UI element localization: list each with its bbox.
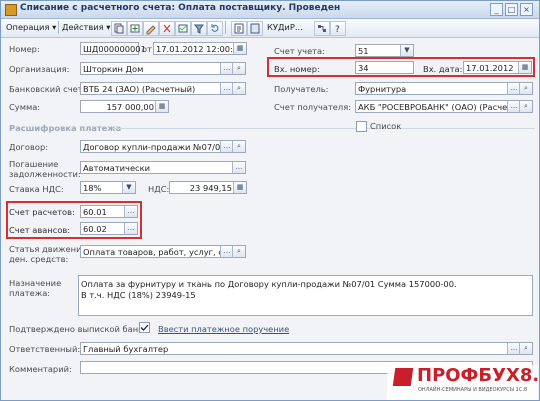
sum-field[interactable]: 157 000,00 ▦ <box>80 100 169 113</box>
operation-menu[interactable]: Операция ▾ <box>6 22 56 32</box>
refresh-icon[interactable] <box>207 21 223 36</box>
responsible-field[interactable]: Главный бухгалтер... ⌕ <box>80 342 533 355</box>
confirmed-label: Подтверждено выпиской банка <box>9 324 149 334</box>
calendar-icon[interactable]: ▦ <box>518 62 531 73</box>
recipient-account-field[interactable]: АКБ "РОСЕВРОБАНК" (ОАО) (Расчетны...⌕ <box>355 100 533 113</box>
cashflow-label: Статья движения <box>9 244 87 254</box>
confirmed-checkbox[interactable] <box>139 322 150 333</box>
select-button[interactable]: ... <box>124 206 137 217</box>
comment-label: Комментарий: <box>9 364 72 374</box>
organization-field[interactable]: Шторкин Дом... ⌕ <box>80 62 246 75</box>
bank-account-label: Банковский счет: <box>9 84 86 94</box>
document-window: Списание с расчетного счета: Оплата пост… <box>0 0 540 401</box>
recipient-label: Получатель: <box>274 84 329 94</box>
incoming-date-field[interactable]: 17.01.2012 ▦ <box>463 61 532 74</box>
incoming-date-label: Вх. дата: <box>423 64 463 74</box>
search-icon[interactable]: ⌕ <box>519 343 532 354</box>
vat-label: НДС: <box>148 184 170 194</box>
calculator-icon[interactable]: ▦ <box>155 101 168 112</box>
purpose-text-line-1: Оплата за фурнитуру и ткань по Договору … <box>81 279 457 289</box>
brand-name: ПРОФБУХ8.ру <box>417 365 540 386</box>
brand-tagline: ОНЛАЙН-СЕМИНАРЫ И ВИДЕОКУРСЫ 1С:8 <box>418 387 528 393</box>
section-title: Расшифровка платежа <box>9 123 122 133</box>
structure-icon[interactable] <box>314 21 330 36</box>
chevron-down-icon[interactable]: ▼ <box>400 45 413 56</box>
copy-icon[interactable] <box>111 21 127 36</box>
number-field[interactable]: ШД000000001 <box>80 42 146 55</box>
purpose-label-line2: платежа: <box>9 288 51 298</box>
cashflow-label-line2: ден. средств: <box>9 254 69 264</box>
journal-icon[interactable] <box>247 21 263 36</box>
search-icon[interactable]: ⌕ <box>232 141 245 152</box>
vat-field[interactable]: 23 949,15 ▦ <box>169 181 247 194</box>
account-select[interactable]: 51 ▼ <box>355 44 414 57</box>
advance-account-label: Счет авансов: <box>9 225 71 235</box>
actions-menu[interactable]: Действия ▾ <box>62 22 110 32</box>
close-button[interactable]: × <box>520 3 533 16</box>
mark-icon[interactable] <box>175 21 191 36</box>
purpose-label: Назначение <box>9 278 62 288</box>
bank-account-field[interactable]: ВТБ 24 (ЗАО) (Расчетный)... ⌕ <box>80 82 246 95</box>
organization-label: Организация: <box>9 64 70 74</box>
title-bar[interactable]: Списание с расчетного счета: Оплата пост… <box>1 1 539 19</box>
chevron-down-icon[interactable]: ▼ <box>122 182 135 193</box>
delete-icon[interactable] <box>159 21 175 36</box>
help-icon[interactable]: ? <box>330 21 346 36</box>
date-field[interactable]: 17.01.2012 12:00:03 ▦ <box>153 42 247 55</box>
sum-label: Сумма: <box>9 102 41 112</box>
filter-icon[interactable] <box>191 21 207 36</box>
search-icon[interactable]: ⌕ <box>232 63 245 74</box>
search-icon[interactable]: ⌕ <box>519 83 532 94</box>
brand-watermark: ПРОФБУХ8.ру ОНЛАЙН-СЕМИНАРЫ И ВИДЕОКУРСЫ… <box>387 365 540 400</box>
calendar-icon[interactable]: ▦ <box>233 43 246 54</box>
contract-label: Договор: <box>9 142 49 152</box>
payment-order-link[interactable]: Ввести платежное поручение <box>158 324 289 334</box>
accounting-icon[interactable] <box>231 21 247 36</box>
settlement-account-field[interactable]: 60.01... <box>80 205 138 218</box>
debt-field[interactable]: Автоматически... <box>80 161 246 174</box>
debt-label: Погашение <box>9 159 59 169</box>
search-icon[interactable]: ⌕ <box>519 101 532 112</box>
document-icon <box>5 4 17 16</box>
contract-field[interactable]: Договор купли-продажи №07/01... ⌕ <box>80 140 246 153</box>
search-icon[interactable]: ⌕ <box>232 246 245 257</box>
svg-text:?: ? <box>335 25 340 35</box>
separator <box>225 21 226 34</box>
edit-icon[interactable] <box>143 21 159 36</box>
advance-account-field[interactable]: 60.02... <box>80 222 138 235</box>
settlement-account-label: Счет расчетов: <box>9 207 75 217</box>
purpose-text-line-2: В т.ч. НДС (18%) 23949-15 <box>81 290 196 300</box>
purpose-textarea[interactable]: Оплата за фурнитуру и ткань по Договору … <box>78 275 533 316</box>
kudir-button[interactable]: КУДиР... <box>267 22 303 32</box>
account-label: Счет учета: <box>274 46 325 56</box>
brand-logo-icon <box>392 368 414 386</box>
list-checkbox[interactable] <box>356 121 367 132</box>
vat-rate-select[interactable]: 18% ▼ <box>80 181 136 194</box>
separator <box>58 21 59 34</box>
debt-label-line2: задолженности: <box>9 169 81 179</box>
recipient-account-label: Счет получателя: <box>274 102 351 112</box>
recipient-field[interactable]: Фурнитура... ⌕ <box>355 82 533 95</box>
search-icon[interactable]: ⌕ <box>232 83 245 94</box>
toolbar: Операция ▾ Действия ▾ КУДиР... ? <box>1 19 539 38</box>
incoming-number-field[interactable]: 34 <box>355 61 414 74</box>
calculator-icon[interactable]: ▦ <box>233 182 246 193</box>
from-label: от <box>142 44 152 54</box>
select-button[interactable]: ... <box>232 162 245 173</box>
responsible-label: Ответственный: <box>9 344 81 354</box>
vat-rate-label: Ставка НДС: <box>9 184 64 194</box>
window-title: Списание с расчетного счета: Оплата пост… <box>20 3 341 13</box>
minimize-button[interactable]: _ <box>490 3 503 16</box>
select-button[interactable]: ... <box>124 223 137 234</box>
section-divider <box>112 128 535 129</box>
incoming-number-label: Вх. номер: <box>274 64 320 74</box>
list-label: Список <box>370 121 402 131</box>
number-label: Номер: <box>9 44 40 54</box>
add-icon[interactable] <box>127 21 143 36</box>
cashflow-field[interactable]: Оплата товаров, работ, услуг, сыры...⌕ <box>80 245 246 258</box>
maximize-button[interactable]: □ <box>505 3 518 16</box>
